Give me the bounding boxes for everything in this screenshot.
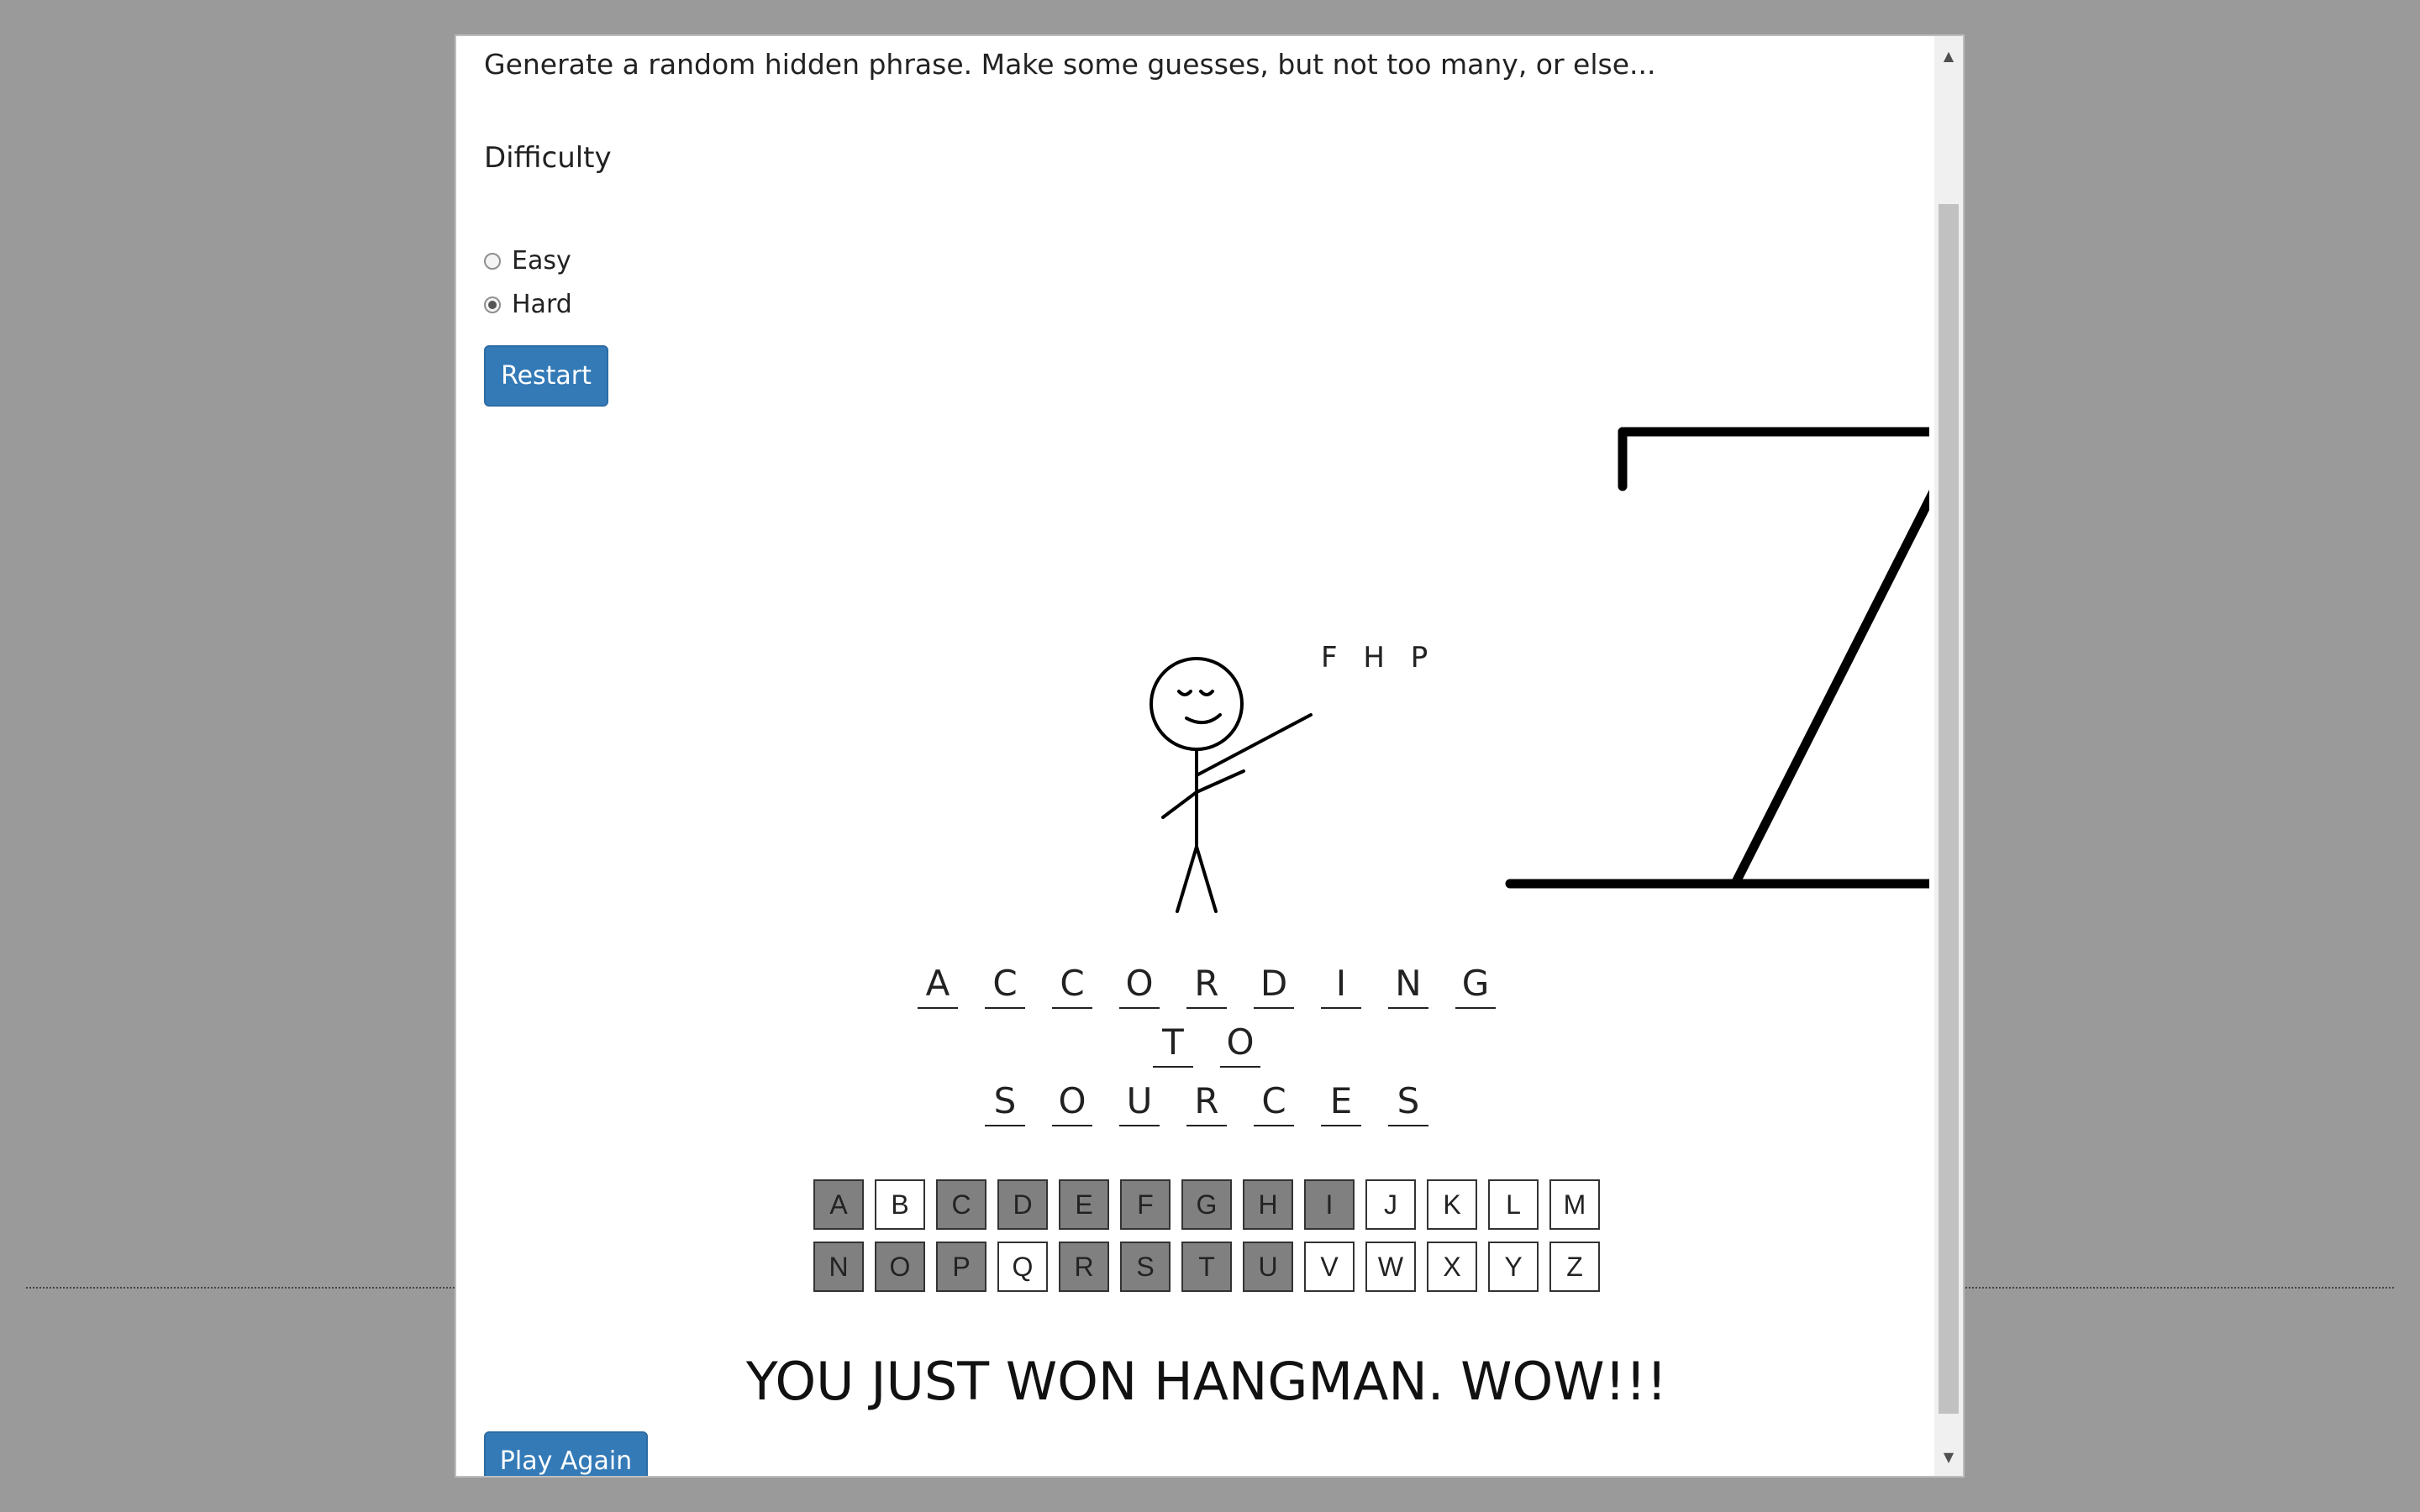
key-u[interactable]: U xyxy=(1243,1242,1293,1292)
stickman-leg-left xyxy=(1176,845,1198,913)
stickman-arm-down xyxy=(1161,790,1198,819)
phrase-word-1: A C C O R D I N G xyxy=(484,962,1929,1009)
key-w[interactable]: W xyxy=(1365,1242,1416,1292)
stickman-leg-right xyxy=(1195,845,1218,913)
key-d[interactable]: D xyxy=(997,1179,1048,1230)
scroll-up-icon[interactable]: ▲ xyxy=(1934,41,1963,70)
key-e[interactable]: E xyxy=(1059,1179,1109,1230)
letter-slot: I xyxy=(1321,962,1361,1009)
letter-slot: T xyxy=(1153,1021,1193,1068)
key-j[interactable]: J xyxy=(1365,1179,1416,1230)
letter-slot: S xyxy=(1388,1079,1428,1126)
letter-slot: S xyxy=(985,1079,1025,1126)
key-s[interactable]: S xyxy=(1120,1242,1171,1292)
scroll-down-icon[interactable]: ▼ xyxy=(1934,1442,1963,1471)
key-i[interactable]: I xyxy=(1304,1179,1355,1230)
keyboard-row-1: A B C D E F G H I J K L M xyxy=(484,1179,1929,1230)
key-z[interactable]: Z xyxy=(1549,1242,1600,1292)
stickman-arm-forearm xyxy=(1195,769,1245,794)
stickman-head xyxy=(1150,657,1244,751)
key-y[interactable]: Y xyxy=(1488,1242,1539,1292)
win-message: YOU JUST WON HANGMAN. WOW!!! xyxy=(745,1351,1668,1412)
key-k[interactable]: K xyxy=(1427,1179,1477,1230)
key-o[interactable]: O xyxy=(875,1242,925,1292)
letter-slot: C xyxy=(1254,1079,1294,1126)
letter-slot: C xyxy=(985,962,1025,1009)
letter-slot: A xyxy=(918,962,958,1009)
letter-slot: O xyxy=(1220,1021,1260,1068)
letter-slot: U xyxy=(1119,1079,1160,1126)
letter-slot: G xyxy=(1455,962,1496,1009)
key-v[interactable]: V xyxy=(1304,1242,1355,1292)
play-again-button[interactable]: Play Again xyxy=(484,1431,648,1476)
stickman-smile xyxy=(1185,713,1222,725)
letter-slot: R xyxy=(1186,1079,1227,1126)
hangman-drawing xyxy=(1150,427,1929,913)
letter-slot: O xyxy=(1052,1079,1092,1126)
letter-slot: N xyxy=(1388,962,1428,1009)
key-q[interactable]: Q xyxy=(997,1242,1048,1292)
key-b[interactable]: B xyxy=(875,1179,925,1230)
key-f[interactable]: F xyxy=(1120,1179,1171,1230)
key-p[interactable]: P xyxy=(936,1242,986,1292)
key-a[interactable]: A xyxy=(813,1179,864,1230)
key-n[interactable]: N xyxy=(813,1242,864,1292)
phrase-word-2: T O xyxy=(484,1021,1929,1068)
key-g[interactable]: G xyxy=(1181,1179,1232,1230)
keyboard-row-2: N O P Q R S T U V W X Y Z xyxy=(484,1242,1929,1292)
wrong-guesses: F H P xyxy=(1321,641,1437,675)
key-r[interactable]: R xyxy=(1059,1242,1109,1292)
key-h[interactable]: H xyxy=(1243,1179,1293,1230)
stickman-eye-left xyxy=(1177,690,1192,696)
phrase-word-3: S O U R C E S xyxy=(484,1079,1929,1126)
letter-slot: E xyxy=(1321,1079,1361,1126)
letter-slot: R xyxy=(1186,962,1227,1009)
hangman-dialog: Generate a random hidden phrase. Make so… xyxy=(455,34,1965,1478)
gallows-post xyxy=(1730,489,1929,889)
key-l[interactable]: L xyxy=(1488,1179,1539,1230)
key-c[interactable]: C xyxy=(936,1179,986,1230)
letter-slot: O xyxy=(1119,962,1160,1009)
letter-slot: C xyxy=(1052,962,1092,1009)
stickman-eye-right xyxy=(1199,690,1214,696)
letter-slot: D xyxy=(1254,962,1294,1009)
key-m[interactable]: M xyxy=(1549,1179,1600,1230)
vertical-scrollbar[interactable]: ▲ ▼ xyxy=(1934,36,1963,1476)
scrollbar-thumb[interactable] xyxy=(1939,204,1959,1414)
key-t[interactable]: T xyxy=(1181,1242,1232,1292)
key-x[interactable]: X xyxy=(1427,1242,1477,1292)
